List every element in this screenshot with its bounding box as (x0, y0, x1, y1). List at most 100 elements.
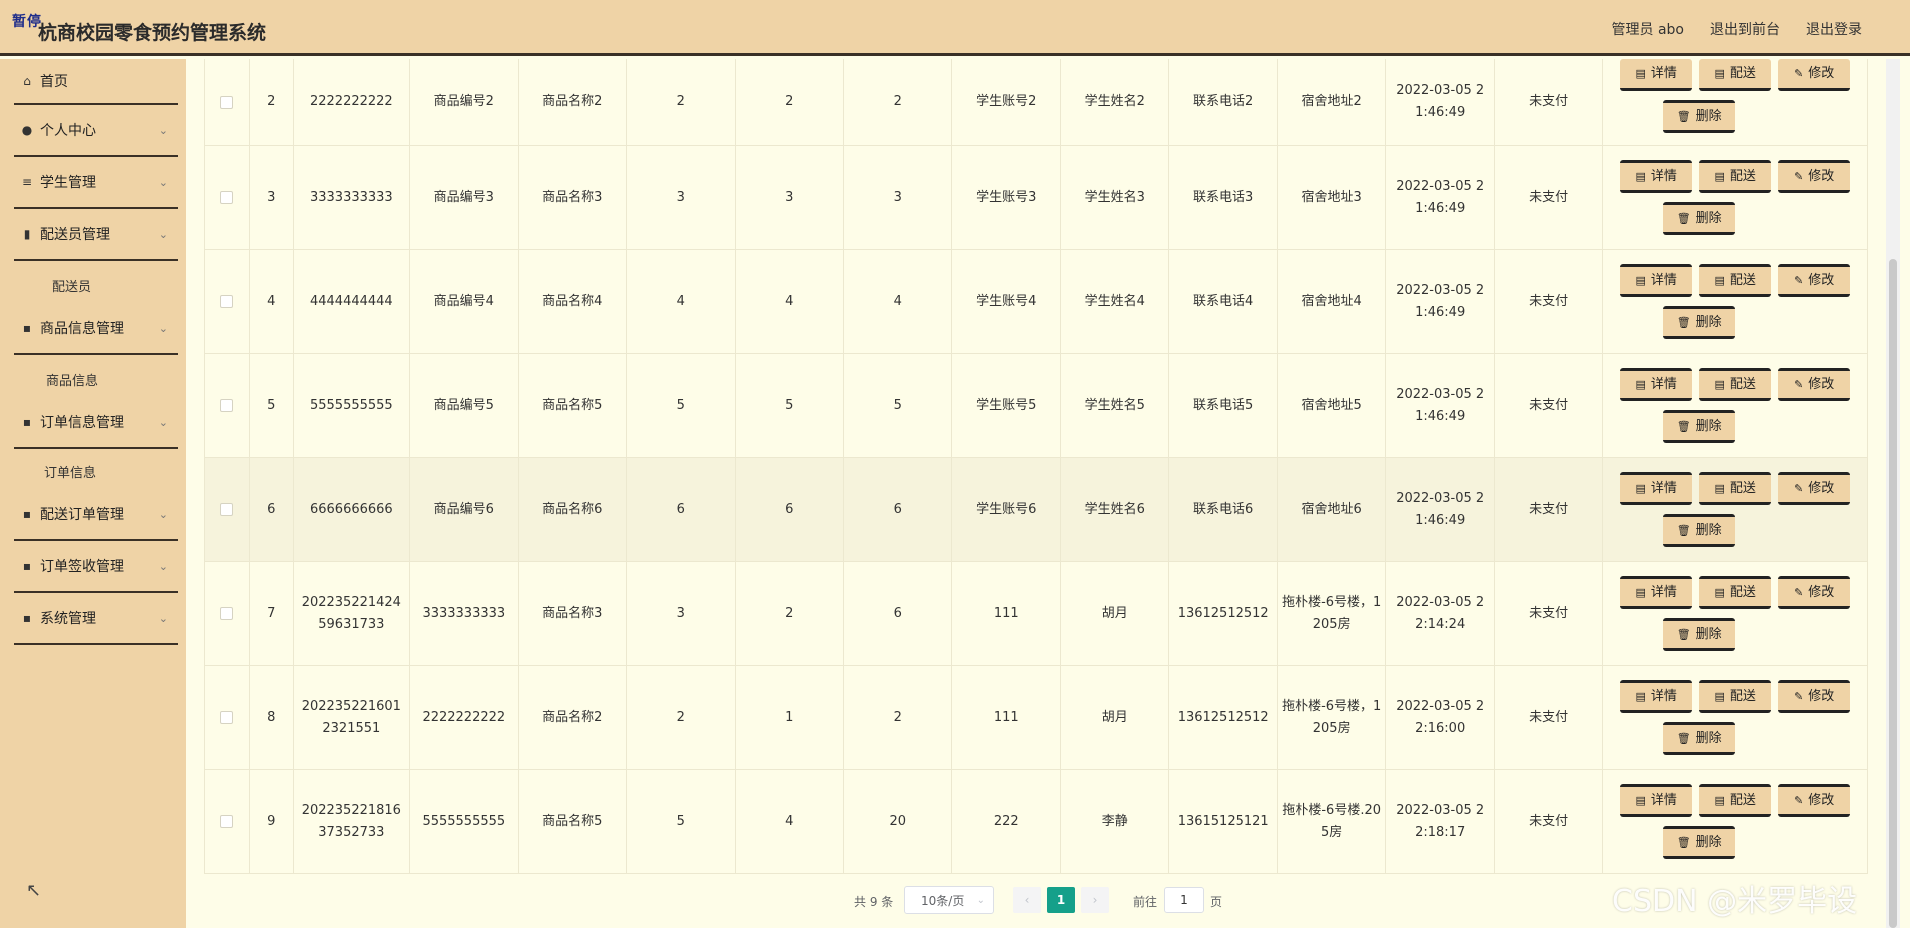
deliver-button[interactable]: ▤ 配送 (1699, 472, 1772, 505)
edit-button[interactable]: ✎ 修改 (1778, 784, 1851, 817)
row-checkbox[interactable] (220, 95, 234, 109)
edit-button[interactable]: ✎ 修改 (1778, 160, 1851, 193)
row-checkbox[interactable] (220, 815, 234, 828)
student-account-cell: 111 (952, 562, 1061, 665)
actions-line: 🗑 删除 (1663, 100, 1736, 133)
watermark: CSDN @米罗毕设 (1612, 884, 1858, 919)
scrollbar-thumb[interactable] (1889, 259, 1897, 928)
sidebar-item-home[interactable]: ⌂ 首页 (14, 59, 178, 105)
delete-button[interactable]: 🗑 删除 (1663, 202, 1736, 235)
order-time-cell: 2022-03-05 21:46:49 (1386, 458, 1495, 561)
detail-button[interactable]: ▤ 详情 (1620, 59, 1693, 91)
sidebar-item-couriers[interactable]: ▮ 配送员管理 ⌄ (14, 209, 178, 261)
sidebar-subitem-order-info[interactable]: 订单信息 (0, 449, 186, 493)
detail-button[interactable]: ▤ 详情 (1620, 368, 1693, 401)
document-icon: ▤ (1714, 793, 1725, 807)
edit-button[interactable]: ✎ 修改 (1778, 680, 1851, 713)
detail-button[interactable]: ▤ 详情 (1620, 576, 1693, 609)
next-page-button[interactable]: › (1081, 887, 1109, 913)
detail-button-label: 详情 (1650, 168, 1677, 184)
row-actions: ▤ 详情 ▤ 配送 ✎ 修改 🗑 删除 (1603, 562, 1869, 665)
total-count: 共 9 条 (854, 895, 894, 909)
student-name-cell: 学生姓名2 (1061, 59, 1170, 145)
sidebar-subitem-goods-info[interactable]: 商品信息 (0, 355, 186, 403)
deliver-button[interactable]: ▤ 配送 (1699, 368, 1772, 401)
student-account-cell: 学生账号4 (952, 250, 1061, 353)
row-index: 6 (250, 458, 294, 561)
deliver-button[interactable]: ▤ 配送 (1699, 784, 1772, 817)
row-checkbox[interactable] (220, 607, 234, 620)
document-icon: ▤ (1635, 585, 1646, 599)
document-icon: ▤ (1635, 169, 1646, 183)
edit-button[interactable]: ✎ 修改 (1778, 59, 1851, 91)
deliver-button[interactable]: ▤ 配送 (1699, 576, 1772, 609)
detail-button[interactable]: ▤ 详情 (1620, 472, 1693, 505)
vertical-scrollbar[interactable] (1886, 59, 1900, 928)
page-size-select[interactable]: 10条/页 ⌄ (904, 886, 994, 914)
grid-icon: ▪ (22, 611, 32, 625)
order-time-cell: 2022-03-05 21:46:49 (1386, 59, 1495, 145)
student-name-cell: 学生姓名6 (1061, 458, 1170, 561)
delete-button[interactable]: 🗑 删除 (1663, 410, 1736, 443)
prev-page-button[interactable]: ‹ (1013, 887, 1041, 913)
delete-button[interactable]: 🗑 删除 (1663, 514, 1736, 547)
edit-button[interactable]: ✎ 修改 (1778, 368, 1851, 401)
sidebar-subitem-courier[interactable]: 配送员 (0, 261, 186, 309)
detail-button[interactable]: ▤ 详情 (1620, 264, 1693, 297)
sidebar-item-profile[interactable]: ● 个人中心 ⌄ (14, 105, 178, 157)
row-checkbox[interactable] (220, 711, 234, 724)
page-number-current[interactable]: 1 (1047, 887, 1075, 913)
edit-button[interactable]: ✎ 修改 (1778, 264, 1851, 297)
list-icon: ≡ (21, 175, 33, 189)
table-row: 5 5555555555 商品编号5 商品名称5 5 5 5 学生账号5 学生姓名5 联系电话5 宿… (205, 354, 1869, 458)
sidebar-item-system[interactable]: ▪ 系统管理 ⌄ (14, 593, 178, 645)
chevron-down-icon: ⌄ (158, 175, 168, 189)
goods-name-cell: 商品名称2 (519, 59, 628, 145)
sidebar-item-goods[interactable]: ▪ 商品信息管理 ⌄ (14, 303, 178, 355)
deliver-button[interactable]: ▤ 配送 (1699, 59, 1772, 91)
sidebar-item-delivery-orders[interactable]: ▪ 配送订单管理 ⌄ (14, 489, 178, 541)
delete-button[interactable]: 🗑 删除 (1663, 826, 1736, 859)
sidebar-item-students[interactable]: ≡ 学生管理 ⌄ (14, 157, 178, 209)
back-to-frontend-link[interactable]: 退出到前台 (1710, 19, 1780, 39)
edit-button[interactable]: ✎ 修改 (1778, 576, 1851, 609)
sidebar-item-order-signoff[interactable]: ▪ 订单签收管理 ⌄ (14, 541, 178, 593)
phone-cell: 13612512512 (1169, 666, 1278, 769)
deliver-button[interactable]: ▤ 配送 (1699, 680, 1772, 713)
row-select-cell (205, 59, 250, 145)
row-index: 2 (250, 59, 294, 145)
goods-number-cell: 2222222222 (410, 666, 519, 769)
row-checkbox[interactable] (220, 503, 234, 516)
top-header: 暂停 杭商校园零食预约管理系统 管理员 abo 退出到前台 退出登录 (0, 0, 1910, 56)
edit-button-label: 修改 (1808, 584, 1835, 600)
row-checkbox[interactable] (220, 191, 234, 204)
table-row: 4 4444444444 商品编号4 商品名称4 4 4 4 学生账号4 学生姓名4 联系电话4 宿… (205, 250, 1869, 354)
row-index: 5 (250, 354, 294, 457)
deliver-button[interactable]: ▤ 配送 (1699, 264, 1772, 297)
row-checkbox[interactable] (220, 399, 234, 412)
detail-button[interactable]: ▤ 详情 (1620, 784, 1693, 817)
detail-button-label: 详情 (1650, 792, 1677, 808)
trash-icon: 🗑 (1676, 211, 1691, 225)
sidebar-item-label: 订单签收管理 (40, 559, 124, 575)
logout-link[interactable]: 退出登录 (1806, 19, 1862, 39)
deliver-button[interactable]: ▤ 配送 (1699, 160, 1772, 193)
deliver-button-label: 配送 (1729, 376, 1756, 392)
trash-icon: 🗑 (1676, 627, 1691, 641)
delete-button[interactable]: 🗑 删除 (1663, 618, 1736, 651)
edit-button-label: 修改 (1808, 65, 1835, 81)
order-time-cell: 2022-03-05 22:18:17 (1386, 770, 1495, 873)
edit-button[interactable]: ✎ 修改 (1778, 472, 1851, 505)
delete-button[interactable]: 🗑 删除 (1663, 306, 1736, 339)
detail-button[interactable]: ▤ 详情 (1620, 680, 1693, 713)
detail-button[interactable]: ▤ 详情 (1620, 160, 1693, 193)
row-checkbox[interactable] (220, 295, 234, 308)
table-row: 3 3333333333 商品编号3 商品名称3 3 3 3 学生账号3 学生姓名3 联系电话3 宿… (205, 146, 1869, 250)
goto-page-input[interactable]: 1 (1164, 887, 1204, 913)
admin-user-link[interactable]: 管理员 abo (1612, 19, 1684, 39)
delete-button[interactable]: 🗑 删除 (1663, 722, 1736, 755)
delete-button[interactable]: 🗑 删除 (1663, 100, 1736, 133)
student-account-cell: 111 (952, 666, 1061, 769)
sidebar-item-orders[interactable]: ▪ 订单信息管理 ⌄ (14, 397, 178, 449)
sidebar-item-label: 商品信息管理 (40, 321, 124, 337)
